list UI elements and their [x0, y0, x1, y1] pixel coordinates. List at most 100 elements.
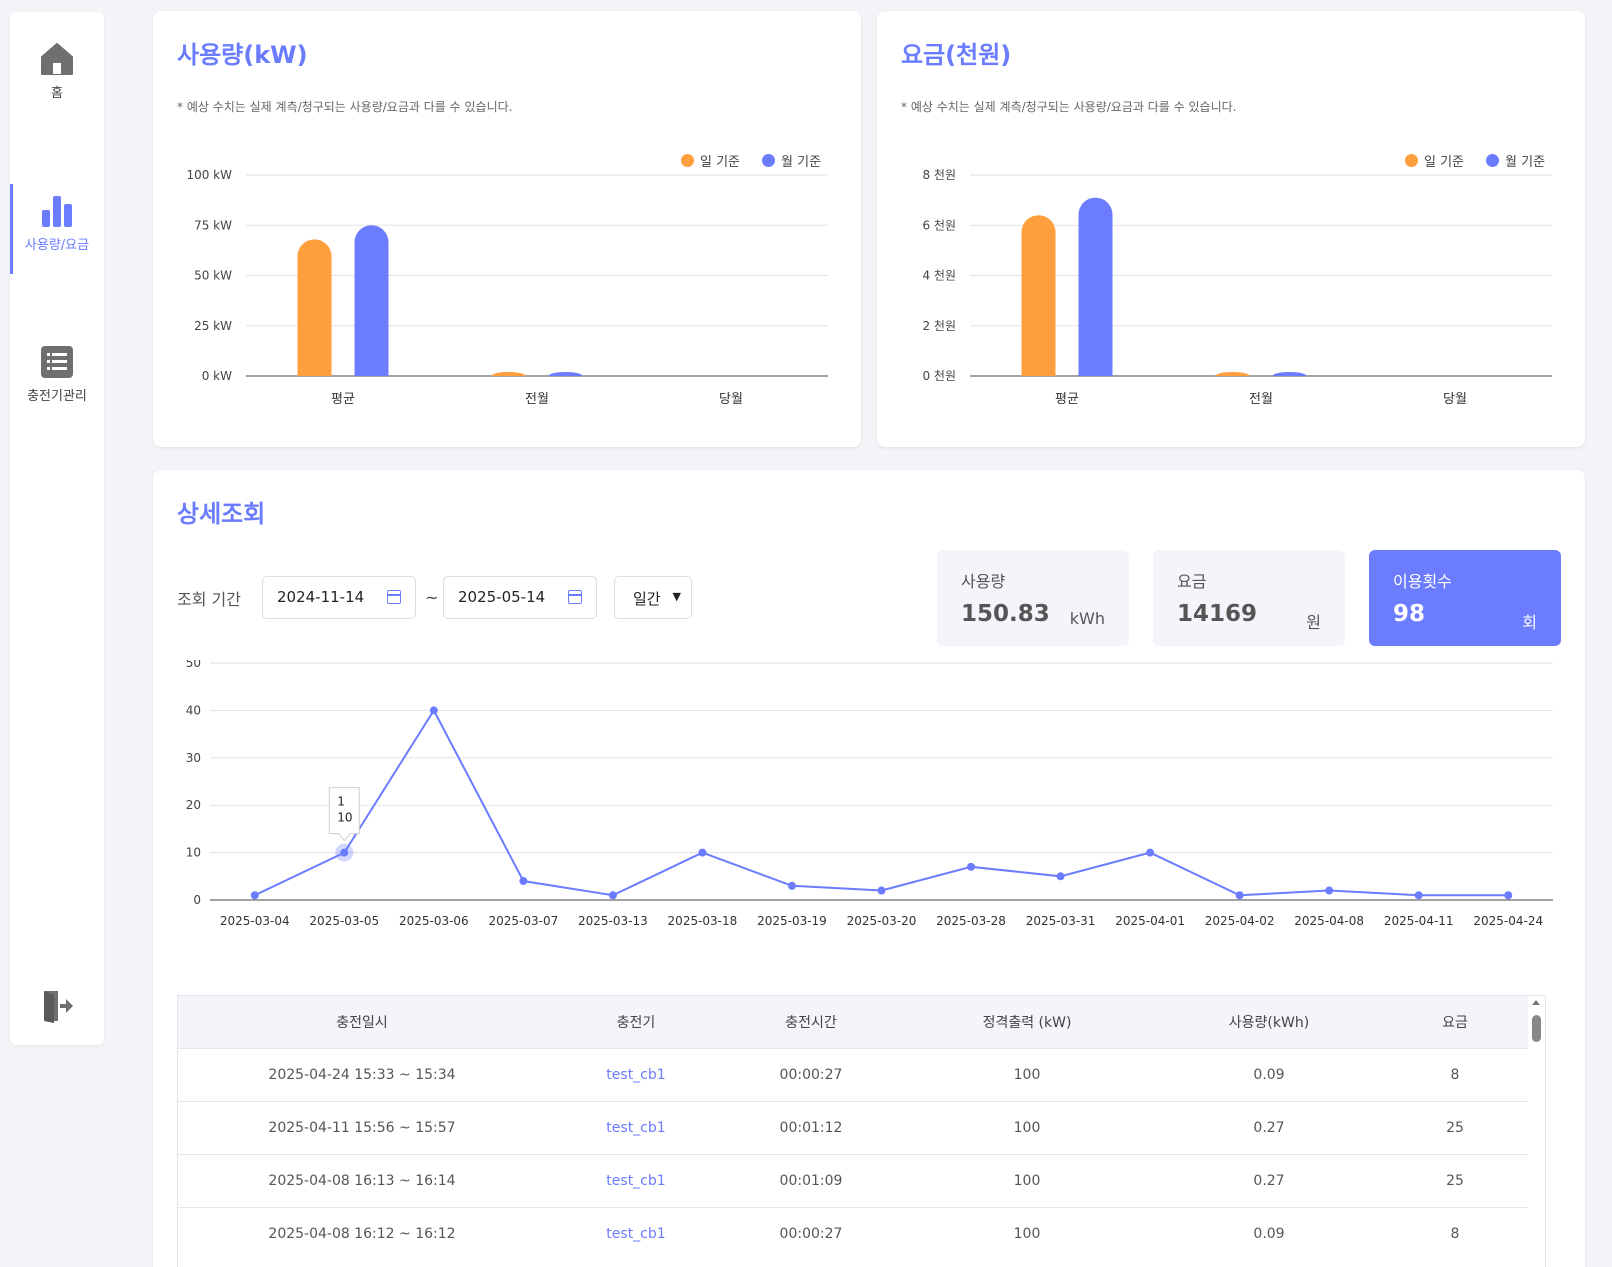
- y-tick-label: 50 kW: [194, 269, 232, 283]
- cell-usage: 0.09: [1253, 1066, 1285, 1083]
- table-row[interactable]: 2025-04-11 15:56 ~ 15:57 test_cb1 00:01:…: [178, 1101, 1530, 1154]
- y-tick-label: 75 kW: [194, 218, 232, 232]
- cell-usage: 0.09: [1253, 1225, 1285, 1242]
- cell-usage: 0.27: [1253, 1119, 1285, 1136]
- logout-button[interactable]: [10, 989, 104, 1023]
- x-tick-label: 2025-03-20: [847, 914, 917, 928]
- x-tick-label: 2025-04-02: [1205, 914, 1275, 928]
- bar: [354, 225, 389, 376]
- x-tick-label: 평균: [331, 392, 355, 407]
- table-row[interactable]: 2025-04-08 16:13 ~ 16:14 test_cb1 00:01:…: [178, 1154, 1530, 1207]
- data-point: [340, 848, 349, 857]
- detail-title: 상세조회: [177, 500, 266, 528]
- col-header-usage[interactable]: 사용량(kWh): [1158, 996, 1380, 1048]
- y-tick-label: 0 kW: [202, 369, 232, 383]
- x-tick-label: 2025-03-13: [578, 914, 648, 928]
- data-point: [1146, 848, 1155, 857]
- y-tick-label: 4 천원: [922, 268, 956, 283]
- cell-datetime: 2025-04-11 15:56 ~ 15:57: [268, 1119, 456, 1136]
- y-tick-label: 20: [186, 798, 201, 812]
- x-tick-label: 2025-04-08: [1294, 914, 1364, 928]
- table-header-row: 충전일시 충전기 충전시간 정격출력 (kW) 사용량(kWh) 요금: [178, 996, 1530, 1048]
- usage-bar-chart: 0 kW 25 kW 50 kW 75 kW 100 kW 평균 전월 당월: [186, 168, 828, 407]
- cell-charger-link[interactable]: test_cb1: [546, 1048, 726, 1101]
- bar: [1272, 372, 1307, 376]
- charging-history-table: 충전일시 충전기 충전시간 정격출력 (kW) 사용량(kWh) 요금 2025…: [177, 995, 1546, 1267]
- data-point: [429, 706, 438, 715]
- scrollbar-thumb[interactable]: [1532, 1015, 1541, 1042]
- x-tick-label: 2025-03-04: [220, 914, 290, 928]
- y-tick-label: 0: [193, 893, 201, 907]
- cell-usage: 0.27: [1253, 1172, 1285, 1189]
- col-header-rated-power[interactable]: 정격출력 (kW): [896, 996, 1158, 1048]
- cell-charger-link[interactable]: test_cb1: [546, 1154, 726, 1207]
- usage-card: 사용량(kW) * 예상 수치는 실제 계측/청구되는 사용량/요금과 다를 수…: [153, 11, 861, 447]
- tooltip-line1: 1: [337, 795, 345, 809]
- fee-card: 요금(천원) * 예상 수치는 실제 계측/청구되는 사용량/요금과 다를 수 …: [877, 11, 1585, 447]
- bar: [1021, 215, 1056, 376]
- col-header-charger[interactable]: 충전기: [546, 996, 726, 1048]
- y-tick-label: 8 천원: [922, 167, 956, 182]
- data-point: [1056, 872, 1065, 881]
- y-tick-label: 6 천원: [922, 217, 956, 232]
- x-tick-label: 전월: [1249, 392, 1273, 407]
- table-row[interactable]: 2025-04-08 16:12 ~ 16:12 test_cb1 00:00:…: [178, 1207, 1530, 1260]
- y-tick-label: 2 천원: [922, 318, 956, 333]
- stat-count-unit: 회: [1522, 613, 1537, 632]
- stat-usage-label: 사용량: [961, 572, 1006, 591]
- nav-charger-management[interactable]: 충전기관리: [10, 345, 104, 404]
- end-date-input[interactable]: 2025-05-14: [443, 576, 597, 619]
- cell-fee: 25: [1446, 1172, 1464, 1189]
- tooltip-line2: 10: [337, 811, 352, 825]
- table-scrollbar[interactable]: [1528, 996, 1545, 1267]
- stat-usage-value: 150.83: [961, 601, 1050, 627]
- chevron-down-icon: ▼: [672, 590, 681, 603]
- start-date-input[interactable]: 2024-11-14: [262, 576, 416, 619]
- period-select-value: 일간: [633, 590, 661, 608]
- cell-fee: 8: [1450, 1066, 1460, 1083]
- cell-duration: 00:01:12: [779, 1119, 843, 1136]
- x-tick-label: 2025-03-06: [399, 914, 469, 928]
- data-point: [967, 862, 976, 871]
- scroll-up-icon[interactable]: [1532, 1000, 1540, 1005]
- calendar-icon[interactable]: [387, 590, 401, 604]
- x-tick-label: 2025-03-05: [309, 914, 379, 928]
- detail-card: 상세조회 조회 기간 2024-11-14 ~ 2025-05-14 일간 ▼ …: [153, 470, 1585, 1267]
- data-point: [787, 881, 796, 890]
- calendar-icon[interactable]: [568, 590, 582, 604]
- data-point: [608, 891, 617, 900]
- data-point: [1235, 891, 1244, 900]
- end-date-value: 2025-05-14: [458, 588, 546, 606]
- bar: [297, 239, 332, 376]
- x-tick-label: 전월: [525, 392, 549, 407]
- date-range-separator: ~: [425, 588, 439, 607]
- x-tick-label: 2025-03-18: [668, 914, 738, 928]
- x-tick-label: 2025-03-28: [936, 914, 1006, 928]
- y-tick-label: 50: [186, 660, 201, 670]
- period-select[interactable]: 일간 ▼: [614, 576, 692, 619]
- stat-fee-value: 14169: [1177, 601, 1258, 627]
- y-tick-label: 30: [186, 751, 201, 765]
- bar: [548, 372, 583, 376]
- sidebar: 홈 사용량/요금 충전기관리: [10, 12, 104, 1045]
- col-header-duration[interactable]: 충전시간: [726, 996, 896, 1048]
- cell-duration: 00:00:27: [779, 1225, 843, 1242]
- cell-charger-link[interactable]: test_cb1: [546, 1207, 726, 1260]
- col-header-fee[interactable]: 요금: [1380, 996, 1530, 1048]
- data-point: [1325, 886, 1334, 895]
- cell-duration: 00:00:27: [779, 1066, 843, 1083]
- nav-home[interactable]: 홈: [10, 42, 104, 101]
- list-icon: [41, 346, 73, 378]
- y-tick-label: 100 kW: [186, 168, 232, 182]
- cell-charger-link[interactable]: test_cb1: [546, 1101, 726, 1154]
- cell-rated-power: 100: [1013, 1119, 1041, 1136]
- bar: [491, 372, 526, 376]
- nav-usage-fee[interactable]: 사용량/요금: [10, 184, 104, 274]
- col-header-datetime[interactable]: 충전일시: [178, 996, 546, 1048]
- data-point: [519, 877, 528, 886]
- table-row[interactable]: 2025-04-24 15:33 ~ 15:34 test_cb1 00:00:…: [178, 1048, 1530, 1101]
- x-tick-label: 당월: [719, 392, 743, 407]
- series-line: [254, 708, 1509, 897]
- data-point: [250, 891, 259, 900]
- bar-chart-icon: [42, 196, 72, 227]
